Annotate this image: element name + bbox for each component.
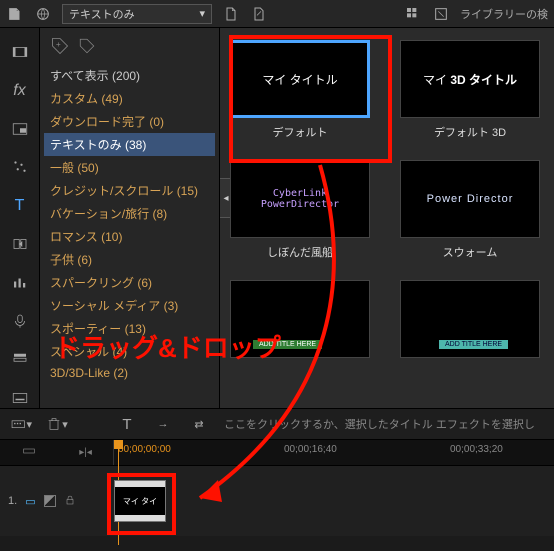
thumb-default-3d[interactable]: マイ 3D タイトル デフォルト 3D (400, 40, 540, 140)
filter-dropdown[interactable]: テキストのみ ▾ (62, 4, 212, 24)
library-label: ライブラリーの検 (460, 6, 548, 22)
keyboard-icon[interactable]: ▾ (10, 414, 32, 434)
import-icon[interactable] (6, 6, 24, 22)
title-room-icon[interactable]: T (9, 196, 31, 216)
thumb-preview: マイ タイトル (230, 40, 370, 118)
timeline-clip[interactable]: マイ タイ (114, 480, 166, 522)
transition-room-icon[interactable] (9, 234, 31, 254)
edit-doc-icon[interactable] (250, 6, 268, 22)
thumb-preview: マイ 3D タイトル (400, 40, 540, 118)
particle-room-icon[interactable] (9, 157, 31, 177)
timeline-toolbar: ▾ ▾ T → ⇄ ここをクリックするか、選択したタイトル エフェクトを選択し (0, 408, 554, 440)
timecode-current: 00;00;00;00 (118, 444, 171, 455)
svg-text:+: + (56, 39, 61, 49)
grid-icon[interactable] (404, 6, 422, 22)
category-sidebar: + すべて表示 (200) カスタム (49) ダウンロード完了 (0) テキス… (40, 28, 220, 408)
tag-icon[interactable] (78, 37, 96, 55)
track-visible-checkbox[interactable] (44, 495, 56, 507)
pip-room-icon[interactable] (9, 119, 31, 139)
timeline-track: 1. ▭ マイ タイ (0, 466, 554, 536)
timecode-1: 00;00;16;40 (284, 444, 337, 455)
filter-dropdown-label: テキストのみ (69, 6, 135, 22)
timecode-2: 00;00;33;20 (450, 444, 503, 455)
track-header: 1. ▭ (0, 494, 114, 509)
audio-mix-icon[interactable] (9, 272, 31, 292)
media-room-icon[interactable] (9, 42, 31, 62)
thumb-preview: ADD TITLE HERE (400, 280, 540, 358)
thumb-default[interactable]: マイ タイトル デフォルト (230, 40, 370, 140)
expand-icon[interactable] (432, 6, 450, 22)
cat-credits[interactable]: クレジット/スクロール (15) (44, 179, 215, 202)
cat-custom[interactable]: カスタム (49) (44, 87, 215, 110)
ruler-collapse-icon[interactable] (21, 443, 37, 462)
thumb-lowerthird-1[interactable]: ADD TITLE HERE (230, 280, 370, 364)
subtitle-icon[interactable] (9, 388, 31, 408)
thumb-caption: スウォーム (443, 244, 498, 260)
trash-icon[interactable]: ▾ (46, 414, 68, 434)
track-number: 1. (8, 495, 17, 507)
timeline-hint: ここをクリックするか、選択したタイトル エフェクトを選択し (224, 416, 544, 432)
title-T-icon[interactable]: T (116, 414, 138, 434)
sidebar-header: + (44, 34, 215, 64)
timeline-ruler: ▸|◂ 00;00;00;00 00;00;16;40 00;00;33;20 (0, 440, 554, 466)
marker-prev-icon[interactable]: ▸|◂ (79, 447, 92, 458)
track-type-icon: ▭ (25, 495, 35, 508)
room-tabs: fx T (0, 28, 40, 408)
voiceover-icon[interactable] (9, 311, 31, 331)
title-gallery: ◂ マイ タイトル デフォルト マイ 3D タイトル デフォルト 3D Cybe… (220, 28, 554, 408)
cat-sporty[interactable]: スポーティー (13) (44, 317, 215, 340)
cat-downloaded[interactable]: ダウンロード完了 (0) (44, 110, 215, 133)
chapter-icon[interactable] (9, 349, 31, 369)
ruler-track[interactable]: 00;00;00;00 00;00;16;40 00;00;33;20 (114, 440, 554, 465)
cat-text-only[interactable]: テキストのみ (38) (44, 133, 215, 156)
arrow-right-icon[interactable]: → (152, 414, 174, 434)
thumb-caption: デフォルト (273, 124, 328, 140)
cat-show-all[interactable]: すべて表示 (200) (44, 64, 215, 87)
cat-kids[interactable]: 子供 (6) (44, 248, 215, 271)
thumb-preview: CyberLinkPowerDirector (230, 160, 370, 238)
top-toolbar: テキストのみ ▾ ライブラリーの検 (0, 0, 554, 28)
cat-general[interactable]: 一般 (50) (44, 156, 215, 179)
chevron-down-icon: ▾ (199, 7, 205, 20)
thumb-preview: ADD TITLE HERE (230, 280, 370, 358)
fx-room-icon[interactable]: fx (9, 80, 31, 100)
globe-icon[interactable] (34, 6, 52, 22)
cat-romance[interactable]: ロマンス (10) (44, 225, 215, 248)
thumb-balloon[interactable]: CyberLinkPowerDirector しぼんだ風船 (230, 160, 370, 260)
thumb-lowerthird-2[interactable]: ADD TITLE HERE (400, 280, 540, 364)
cat-special[interactable]: スペシャル (4) (44, 340, 215, 363)
thumb-swarm[interactable]: Power Director スウォーム (400, 160, 540, 260)
thumb-caption: しぼんだ風船 (267, 244, 333, 260)
track-lock-icon[interactable] (64, 494, 76, 509)
tag-add-icon[interactable]: + (50, 36, 70, 56)
arrow-swap-icon[interactable]: ⇄ (188, 414, 210, 434)
thumb-preview: Power Director (400, 160, 540, 238)
cat-sparkling[interactable]: スパークリング (6) (44, 271, 215, 294)
thumb-caption: デフォルト 3D (434, 124, 506, 140)
new-doc-icon[interactable] (222, 6, 240, 22)
main-panel: fx T + すべて表示 (200) カスタム (49) ダウンロード完了 (0… (0, 28, 554, 408)
cat-3d[interactable]: 3D/3D-Like (2) (44, 363, 215, 383)
cat-vacation[interactable]: バケーション/旅行 (8) (44, 202, 215, 225)
cat-social[interactable]: ソーシャル メディア (3) (44, 294, 215, 317)
